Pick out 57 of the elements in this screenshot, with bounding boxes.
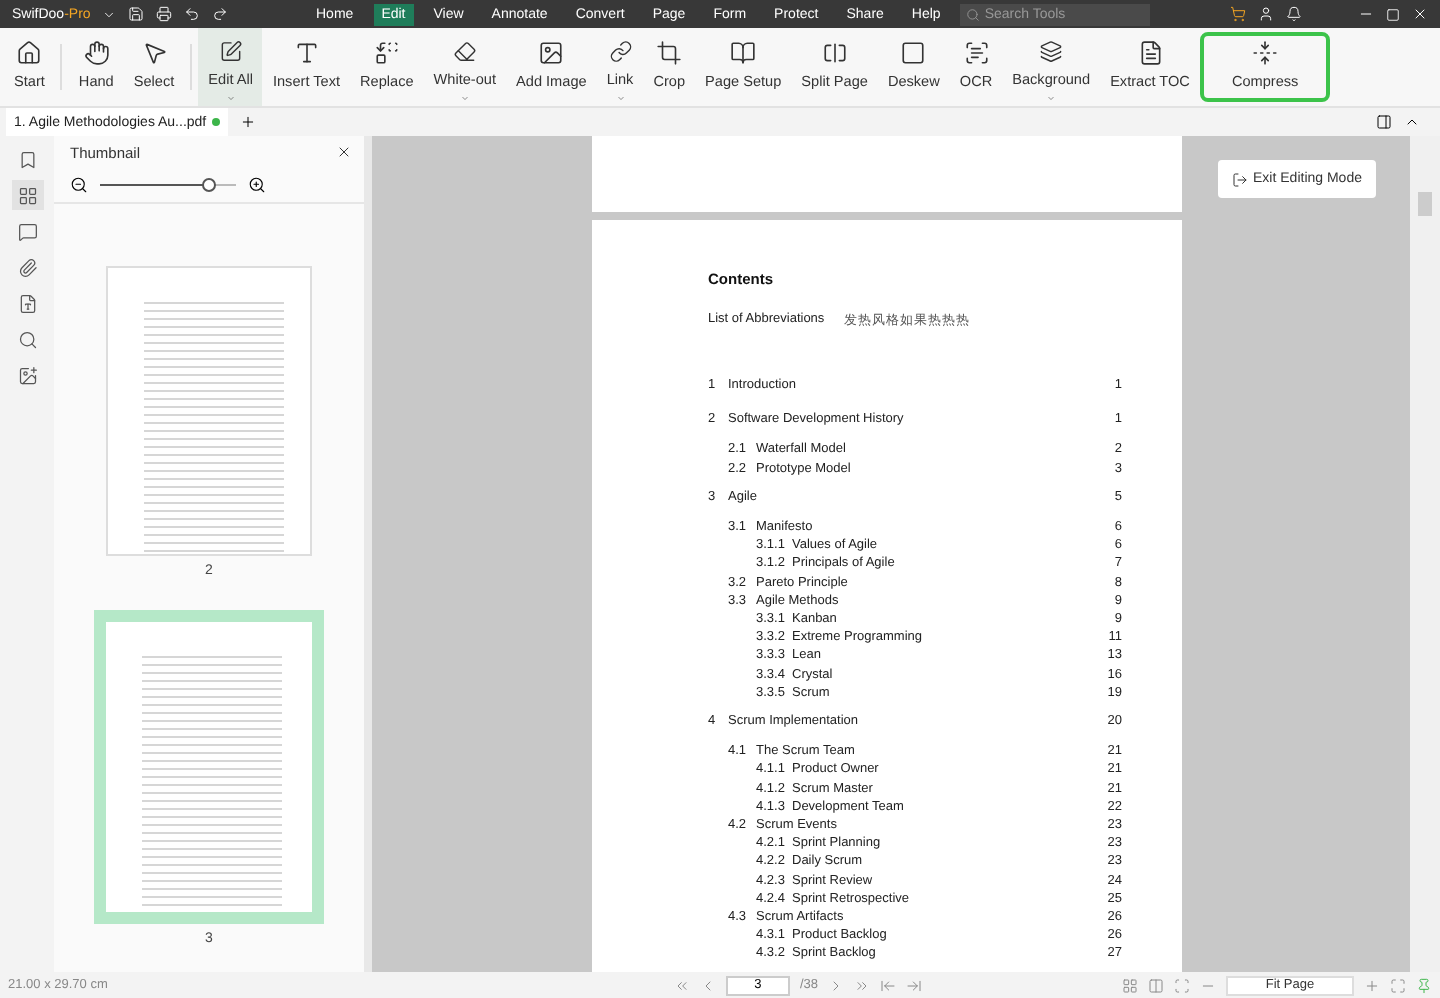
first-page-icon (673, 977, 690, 993)
square-icon (900, 40, 927, 66)
image-icon (17, 365, 37, 385)
next-page-icon (828, 977, 844, 993)
user-icon (1258, 6, 1275, 22)
zoom-in-icon (1364, 977, 1380, 993)
forward-icon (906, 977, 922, 993)
scroll-thumb[interactable] (1418, 192, 1432, 216)
search-icon (966, 7, 981, 21)
book-icon (730, 40, 757, 66)
document-icon (1137, 40, 1163, 66)
maximize-icon (1386, 7, 1401, 21)
close-icon (1412, 6, 1429, 22)
cart-icon (1230, 6, 1247, 22)
paperclip-icon (17, 257, 37, 277)
close-icon (336, 144, 352, 160)
eraser-icon (451, 40, 478, 64)
view-icon (1122, 977, 1138, 993)
add-tab-icon (240, 114, 257, 130)
undo-icon (184, 6, 201, 22)
save-icon (128, 6, 145, 22)
pointer-icon (141, 40, 168, 66)
text-icon (293, 40, 320, 66)
image-icon (538, 40, 565, 66)
fit-icon (1174, 977, 1190, 993)
hand-icon (83, 40, 110, 66)
layers-icon (1038, 40, 1065, 64)
bookmark-icon (17, 149, 37, 169)
grid-icon (17, 185, 37, 205)
exit-icon (1231, 171, 1248, 187)
sidebar-button[interactable] (11, 180, 43, 210)
page-thumbnail[interactable] (94, 610, 324, 924)
search-icon (17, 329, 37, 349)
link-icon (607, 40, 633, 64)
redo-icon (212, 6, 229, 22)
zoom-out-icon (70, 176, 88, 194)
back-icon (880, 977, 896, 993)
compress-icon (1252, 40, 1279, 66)
page-thumbnail[interactable] (106, 266, 312, 556)
split-icon (821, 40, 848, 66)
crop-icon (656, 40, 683, 66)
slider-thumb[interactable] (202, 178, 217, 192)
fullscreen-icon (1390, 977, 1406, 993)
collapse-icon (1404, 114, 1420, 130)
zoom-in-icon (248, 176, 266, 194)
panel-icon (1376, 114, 1392, 130)
scan-text-icon (963, 40, 989, 66)
pin-icon (1416, 977, 1432, 993)
pen-square-icon (217, 40, 244, 64)
replace-icon (373, 40, 400, 66)
caret-icon (102, 7, 117, 21)
last-page-icon (854, 977, 870, 993)
columns-icon (1148, 977, 1164, 993)
home-icon (16, 40, 43, 66)
bell-icon (1286, 6, 1303, 22)
print-icon (156, 6, 173, 22)
comment-icon (17, 221, 37, 241)
